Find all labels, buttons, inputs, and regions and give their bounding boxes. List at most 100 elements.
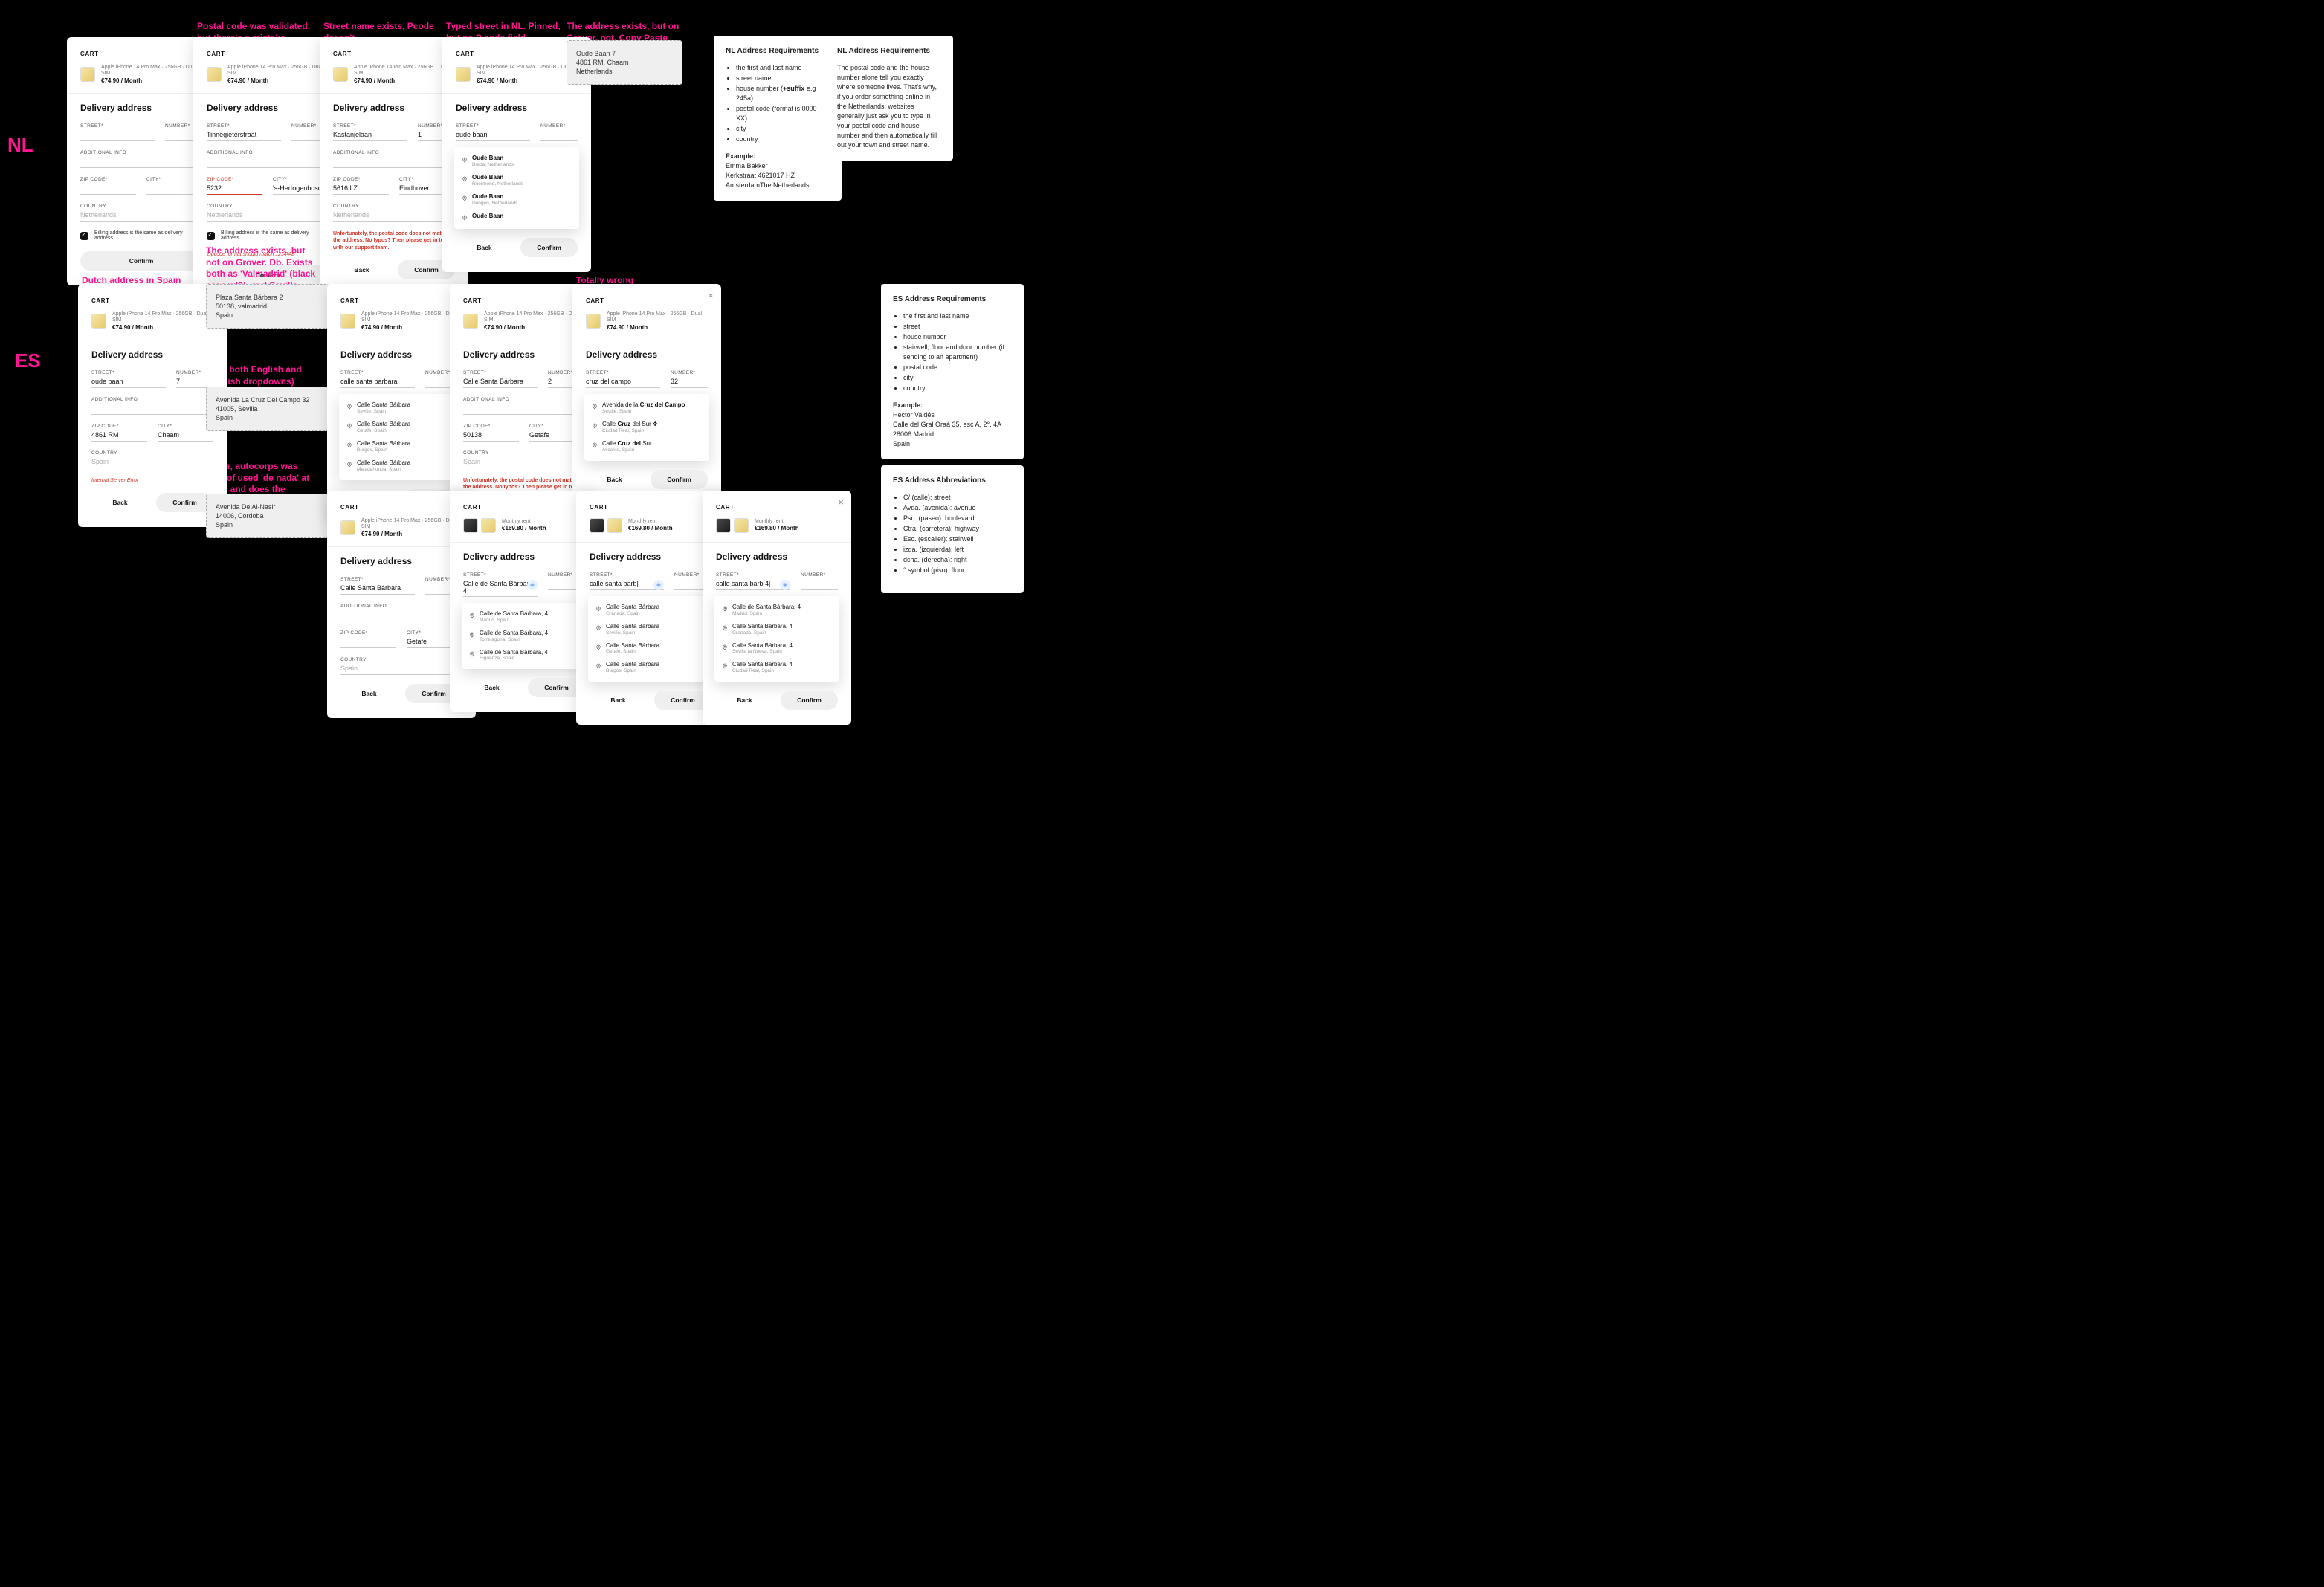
street-input[interactable]: Tinnegieterstraat (207, 129, 281, 141)
autocomplete-item[interactable]: Calle de Santa Bárbara, 4Torrelaguna, Sp… (462, 627, 587, 646)
additional-input[interactable] (333, 155, 455, 168)
row-label-es: ES (15, 349, 41, 372)
label-street: STREET* (590, 572, 664, 578)
back-button[interactable]: Back (586, 470, 643, 489)
addr-line: 14006, Córdoba (216, 512, 320, 520)
zip-input[interactable]: 50138 (463, 429, 519, 442)
autocomplete-item[interactable]: Calle Santa BárbaraGetafe, Spain (588, 639, 713, 659)
label-street: STREET* (463, 370, 538, 375)
autocomplete-item[interactable]: Calle Santa Bárbara, 4Granada, Spain (714, 620, 839, 639)
confirm-button[interactable]: Confirm (80, 251, 202, 271)
billing-same-checkbox[interactable] (207, 232, 215, 240)
street-input[interactable]: oude baan (456, 129, 530, 141)
back-button[interactable]: Back (91, 493, 149, 512)
autocomplete-item[interactable]: Calle Santa BárbaraSeville, Spain (588, 620, 713, 639)
street-input[interactable]: calle santa barb| (590, 578, 664, 590)
pin-icon (595, 644, 601, 650)
additional-input[interactable] (91, 402, 213, 415)
location-chip-icon[interactable] (527, 580, 538, 590)
autocomplete-dropdown: Calle de Santa Bárbara, 4Madrid, Spain C… (714, 596, 839, 682)
additional-input[interactable] (463, 402, 585, 415)
label-additional: ADDITIONAL INFO (91, 397, 213, 402)
zip-input[interactable] (80, 182, 136, 195)
product-price: €74.90 / Month (101, 77, 202, 85)
autocomplete-item[interactable]: Oude Baan (454, 210, 579, 224)
zip-input[interactable]: 4861 RM (91, 429, 147, 442)
autocomplete-item[interactable]: Calle Santa BárbaraBurgos, Spain (339, 437, 464, 456)
example-line: AmsterdamThe Netherlands (726, 181, 830, 190)
example-label: Example: (893, 401, 1012, 410)
street-input[interactable]: Kastanjelaan (333, 129, 407, 141)
autocomplete-item[interactable]: Calle Santa Bárbara, 4Sevilla la Nueva, … (714, 639, 839, 659)
cart-label: CART (340, 504, 462, 511)
confirm-button[interactable]: Confirm (156, 493, 213, 512)
autocomplete-item[interactable]: Calle Cruz del SurAlicante, Spain (584, 437, 709, 456)
number-input[interactable] (540, 129, 578, 141)
pin-icon (595, 625, 601, 631)
zip-input[interactable]: 5232 (207, 182, 262, 195)
location-chip-icon[interactable] (780, 580, 790, 590)
product-desc: Apple iPhone 14 Pro Max · 256GB · Dual S… (101, 65, 202, 77)
section-title: Delivery address (207, 103, 329, 113)
section-title: Delivery address (463, 349, 585, 360)
cart-label: CART (91, 297, 213, 304)
zip-input[interactable] (340, 636, 396, 648)
autocomplete-item[interactable]: Calle Santa Barbara, 4Ciudad Real, Spain (714, 658, 839, 677)
confirm-button[interactable]: Confirm (520, 238, 578, 257)
autocomplete-item[interactable]: Calle de Santa Bárbara, 4Madrid, Spain (462, 607, 587, 627)
confirm-button[interactable]: Confirm (781, 691, 838, 710)
autocomplete-item[interactable]: Oude BaanBreda, Netherlands (454, 152, 579, 171)
autocomplete-item[interactable]: Calle Santa BárbaraGetafe, Spain (339, 418, 464, 437)
product-thumb (734, 518, 749, 533)
additional-input[interactable] (340, 609, 462, 621)
pin-icon (722, 606, 728, 612)
street-input[interactable]: cruz del campo (586, 375, 660, 388)
street-input[interactable]: Calle de Santa Bárbara 4 (463, 578, 538, 597)
autocomplete-item[interactable]: Calle Santa BárbaraGranada, Spain (588, 601, 713, 620)
cart-label: CART (333, 51, 455, 57)
close-icon[interactable]: × (838, 497, 844, 508)
pin-icon (462, 215, 468, 221)
street-input[interactable] (80, 129, 155, 141)
autocomplete-item[interactable]: Calle de Santa Barbara, 4Sigüenza, Spain (462, 646, 587, 665)
number-input[interactable]: 32 (671, 375, 708, 388)
close-icon[interactable]: × (708, 290, 714, 301)
number-input[interactable] (801, 578, 838, 590)
additional-input[interactable] (80, 155, 202, 168)
product-desc: Apple iPhone 14 Pro Max · 256GB · Dual S… (361, 311, 462, 324)
billing-same-checkbox[interactable] (80, 232, 88, 240)
street-input[interactable]: oude baan (91, 375, 166, 388)
autocomplete-item[interactable]: Calle Santa BárbaraMajadahonda, Spain (339, 456, 464, 476)
autocomplete-item[interactable]: Calle Cruz del Sur✥Ciudad Real, Spain (584, 418, 709, 437)
autocomplete-item[interactable]: Oude BaanDongen, Netherlands (454, 190, 579, 210)
back-button[interactable]: Back (456, 238, 513, 257)
autocomplete-item[interactable]: Calle de Santa Bárbara, 4Madrid, Spain (714, 601, 839, 620)
zip-input[interactable]: 5616 LZ (333, 182, 389, 195)
street-input[interactable]: Calle Santa Bárbara (340, 582, 415, 595)
country-readonly: Netherlands (333, 209, 455, 222)
back-button[interactable]: Back (463, 678, 520, 697)
additional-input[interactable] (207, 155, 329, 168)
product-thumb (91, 314, 106, 329)
back-button[interactable]: Back (716, 691, 773, 710)
city-input[interactable]: Chaam (158, 429, 213, 442)
address-snippet: Avenida La Cruz Del Campo 32 41005, Sevi… (206, 387, 329, 431)
pin-icon (346, 404, 352, 410)
addr-line: Netherlands (576, 68, 673, 75)
autocomplete-item[interactable]: Oude BaanRoermond, Netherlands (454, 171, 579, 190)
autocomplete-item[interactable]: Calle Santa BárbaraSeville, Spain (339, 398, 464, 418)
autocomplete-item[interactable]: Avenida de la Cruz del CampoSeville, Spa… (584, 398, 709, 418)
label-country: COUNTRY (207, 204, 329, 209)
autocomplete-item[interactable]: Calle Santa BárbaraBurgos, Spain (588, 658, 713, 677)
street-input[interactable]: calle santa barb 4| (716, 578, 790, 590)
back-button[interactable]: Back (333, 260, 390, 279)
label-zip: ZIP CODE* (463, 424, 519, 429)
back-button[interactable]: Back (590, 691, 647, 710)
street-input[interactable]: Calle Santa Bárbara (463, 375, 538, 388)
back-button[interactable]: Back (340, 684, 398, 703)
confirm-button[interactable]: Confirm (651, 470, 708, 489)
location-chip-icon[interactable] (653, 580, 664, 590)
street-input[interactable]: calle santa barbara| (340, 375, 415, 388)
label-street: STREET* (91, 370, 166, 375)
product-thumb (207, 67, 222, 82)
